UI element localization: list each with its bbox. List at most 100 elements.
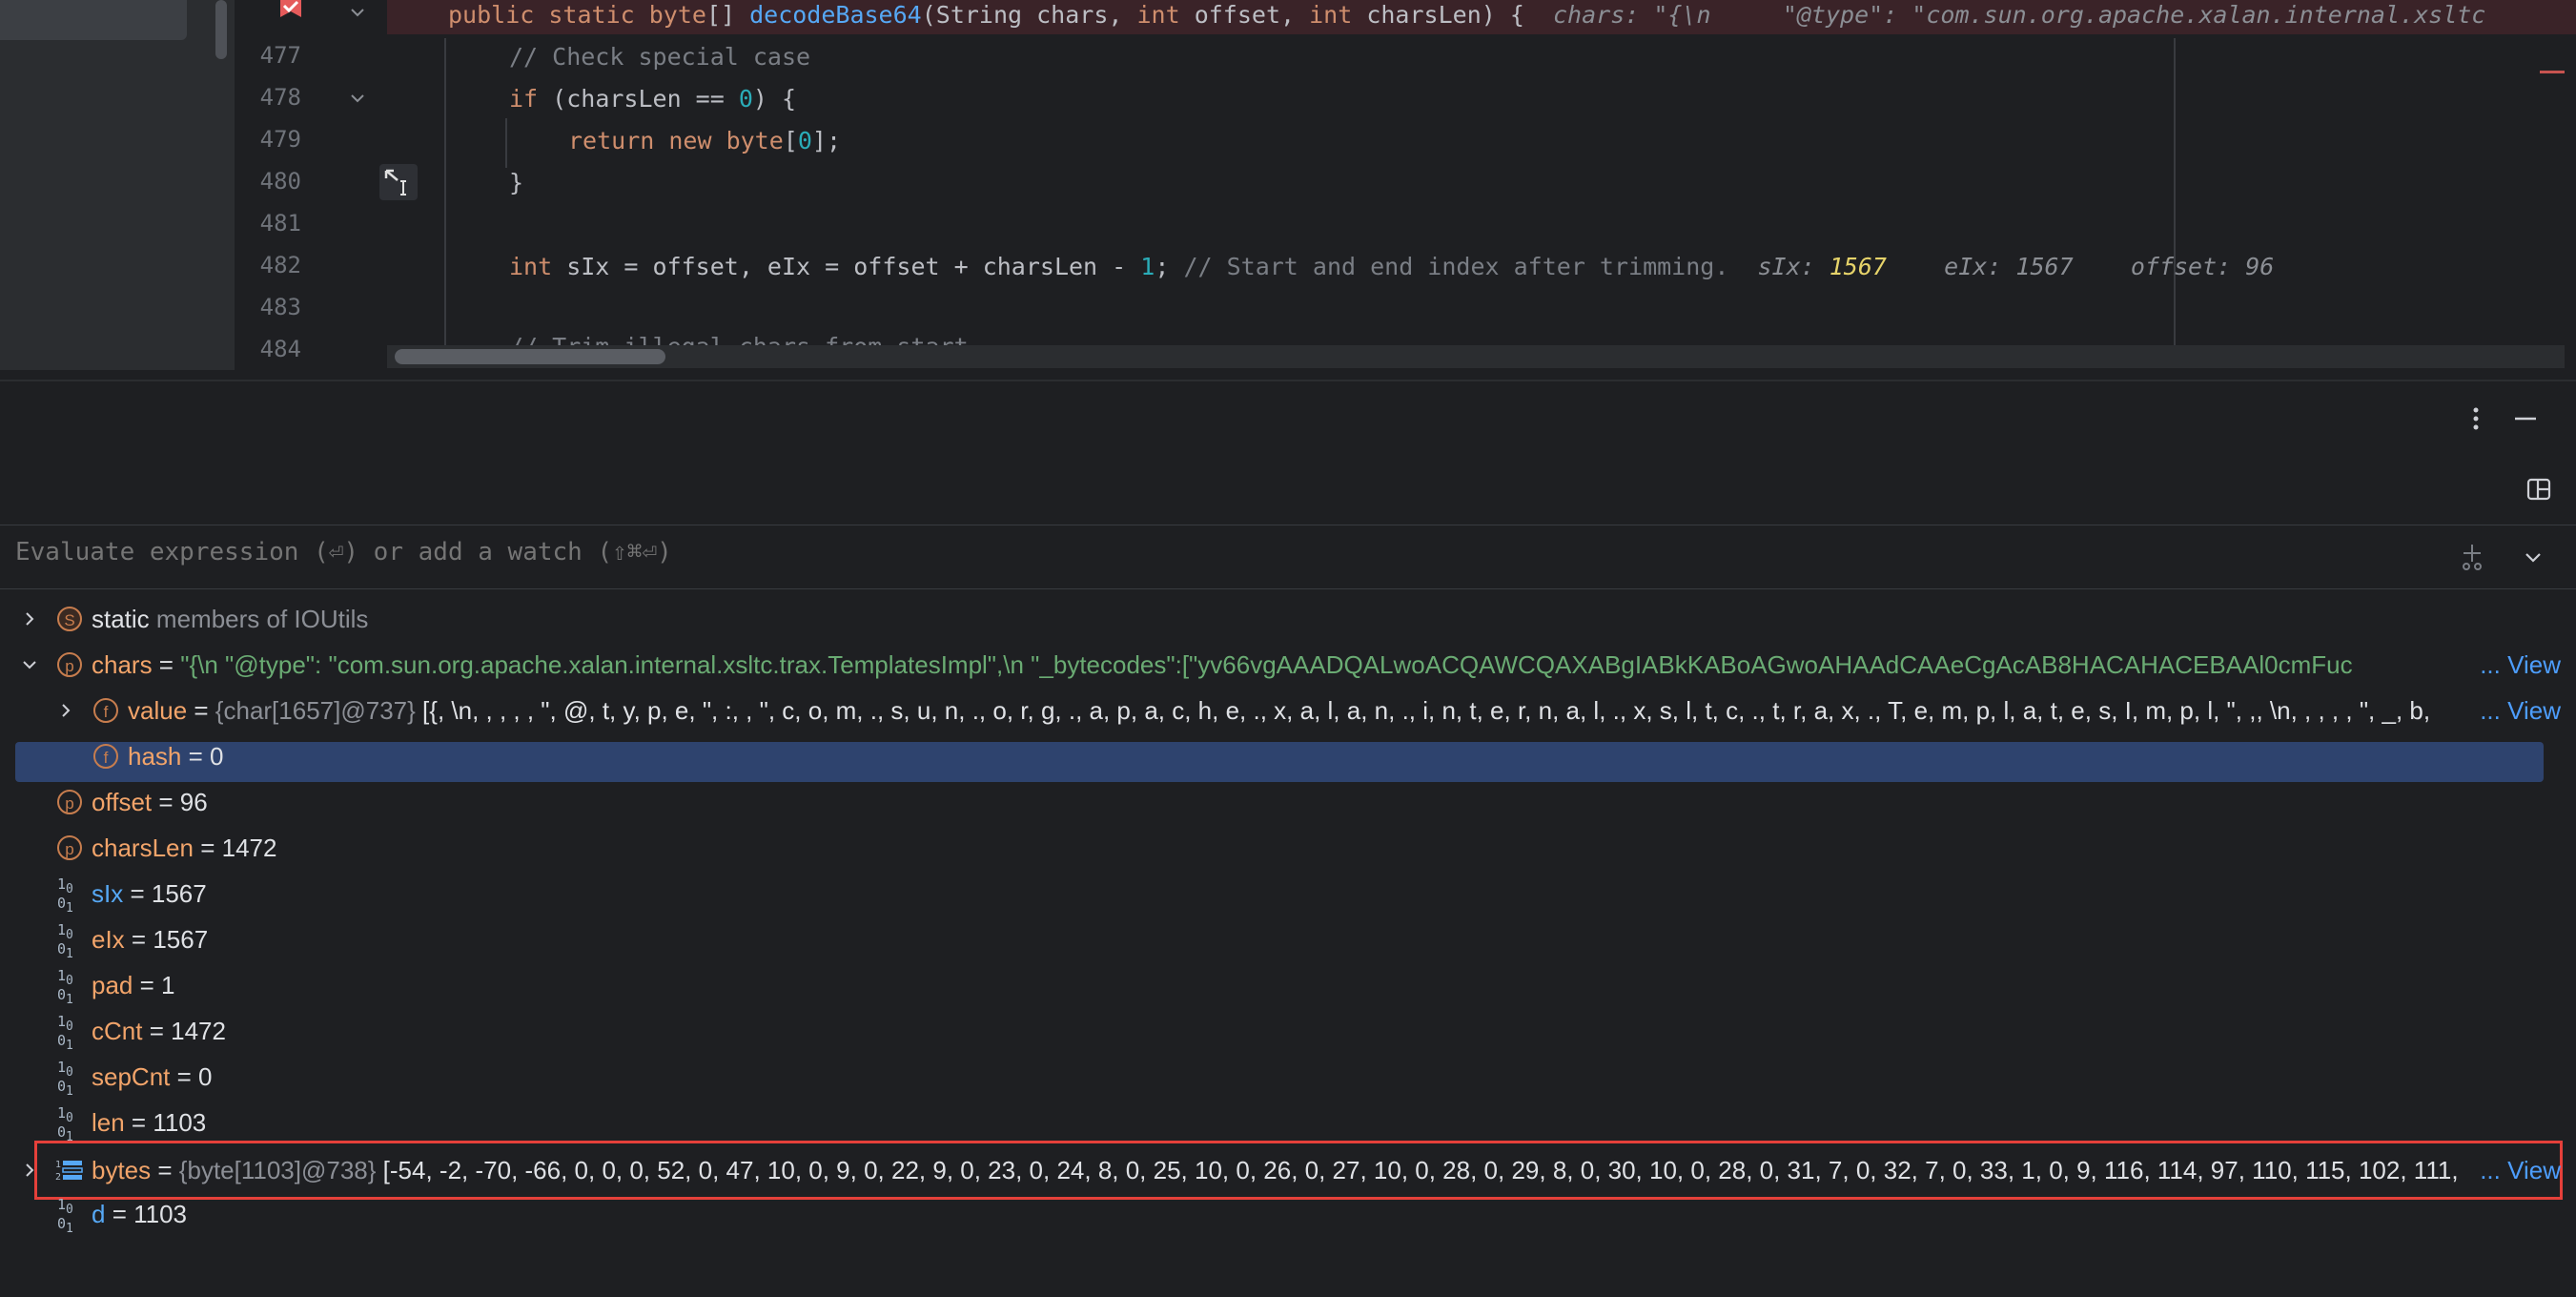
equals-sign: = bbox=[124, 1108, 153, 1137]
code-text: [] bbox=[705, 1, 750, 29]
code-line-480: } bbox=[509, 164, 523, 202]
code-text: (String chars, bbox=[921, 1, 1137, 29]
variable-row-ccnt[interactable]: 10 01 cCnt = 1472 bbox=[0, 1009, 2576, 1055]
inline-value-hint: chars: "{\n "@type": "com.sun.org.apache… bbox=[1523, 1, 2486, 29]
code-line-482: int sIx = offset, eIx = offset + charsLe… bbox=[509, 248, 2274, 286]
line-number: 484 bbox=[259, 336, 301, 362]
variable-row-pad[interactable]: 10 01 pad = 1 bbox=[0, 963, 2576, 1009]
more-options-icon[interactable] bbox=[2460, 402, 2492, 435]
variable-value: 1567 bbox=[153, 925, 209, 954]
variable-type: {byte[1103]@738} bbox=[178, 1156, 383, 1184]
variable-label: value = {char[1657]@737} [{, \n, , , , ,… bbox=[128, 696, 2465, 726]
variable-row-chars[interactable]: p chars = "{\n "@type": "com.sun.org.apa… bbox=[0, 643, 2576, 689]
code-line-478: if (charsLen == 0) { bbox=[509, 80, 796, 118]
ellipsis: ... bbox=[2480, 650, 2501, 679]
code-line-476: public static byte[] decodeBase64(String… bbox=[448, 0, 2485, 34]
comment: // Trim illegal chars from start bbox=[509, 333, 969, 345]
variable-row-eix[interactable]: 10 01 eIx = 1567 bbox=[0, 917, 2576, 963]
variable-value: 1103 bbox=[153, 1108, 207, 1137]
fold-chevron-icon[interactable] bbox=[347, 2, 368, 23]
view-link[interactable]: ... View bbox=[2480, 1156, 2561, 1185]
project-tab[interactable] bbox=[0, 0, 187, 40]
code-line-477: // Check special case bbox=[509, 38, 810, 76]
svg-text:1: 1 bbox=[55, 1160, 61, 1170]
method-name: decodeBase64 bbox=[749, 1, 922, 29]
view-link[interactable]: ... View bbox=[2480, 650, 2561, 680]
history-dropdown-icon[interactable] bbox=[2521, 545, 2545, 569]
variable-value: 1103 bbox=[133, 1200, 188, 1228]
comment: // Start and end index after trimming. bbox=[1183, 253, 1729, 280]
minimize-icon[interactable] bbox=[2509, 402, 2542, 435]
debugger-variables-panel: S static members of IOUtils p chars = "{… bbox=[0, 380, 2576, 1297]
line-number: 477 bbox=[259, 42, 301, 69]
collapse-arrow-icon[interactable] bbox=[19, 654, 40, 675]
variable-row-offset[interactable]: p offset = 96 bbox=[0, 780, 2576, 826]
primitive-type-icon: 10 01 bbox=[57, 921, 73, 962]
variable-row-sepcnt[interactable]: 10 01 sepCnt = 0 bbox=[0, 1055, 2576, 1101]
indent-guide bbox=[505, 118, 507, 168]
layout-icon[interactable] bbox=[2523, 473, 2555, 505]
code-text: } bbox=[509, 169, 524, 196]
variable-row-d[interactable]: 10 01 d = 1103 bbox=[0, 1192, 2576, 1238]
variable-name: pad bbox=[92, 971, 133, 999]
parameter-badge-icon: p bbox=[57, 835, 82, 860]
svg-text:2: 2 bbox=[55, 1172, 61, 1183]
code-line-479: return new byte[0]; bbox=[568, 122, 841, 160]
variable-row-hash[interactable]: f hash = 0 bbox=[0, 734, 2576, 782]
equals-sign: = bbox=[152, 788, 180, 816]
variable-label: hash = 0 bbox=[128, 742, 224, 772]
variable-name: value bbox=[128, 696, 188, 725]
equals-sign: = bbox=[133, 971, 162, 999]
line-number: 478 bbox=[259, 84, 301, 111]
number-literal: 0 bbox=[738, 85, 753, 113]
field-lock-badge-icon: f bbox=[93, 698, 118, 723]
code-text: ]; bbox=[811, 127, 842, 154]
variable-value: 1 bbox=[161, 971, 175, 999]
equals-sign: = bbox=[181, 742, 211, 771]
equals-sign: = bbox=[123, 879, 152, 908]
variable-row-len[interactable]: 10 01 len = 1103 bbox=[0, 1101, 2576, 1146]
evaluate-expression-bar[interactable] bbox=[0, 525, 2576, 589]
variable-row-value[interactable]: f value = {char[1657]@737} [{, \n, , , ,… bbox=[0, 689, 2576, 734]
variable-name: chars bbox=[92, 650, 153, 679]
expand-arrow-icon[interactable] bbox=[55, 700, 76, 721]
breakpoint-icon[interactable] bbox=[276, 0, 305, 25]
ellipsis: ... bbox=[2480, 1156, 2501, 1184]
variable-row-charslen[interactable]: p charsLen = 1472 bbox=[0, 826, 2576, 872]
variable-name: d bbox=[92, 1200, 106, 1228]
project-scrollbar[interactable] bbox=[215, 0, 227, 59]
primitive-type-icon: 10 01 bbox=[57, 1196, 73, 1237]
fold-chevron-icon[interactable] bbox=[347, 88, 368, 109]
expand-arrow-icon[interactable] bbox=[19, 608, 40, 629]
expand-arrow-icon[interactable] bbox=[19, 1160, 40, 1181]
variable-label: bytes = {byte[1103]@738} [-54, -2, -70, … bbox=[92, 1156, 2465, 1185]
view-link[interactable]: ... View bbox=[2480, 696, 2561, 726]
evaluate-expression-input[interactable] bbox=[13, 537, 2305, 567]
comment: // Check special case bbox=[509, 43, 811, 71]
static-badge-icon: S bbox=[57, 607, 82, 631]
add-watch-icon[interactable] bbox=[2456, 541, 2488, 573]
keyword: return new bbox=[568, 127, 726, 154]
horizontal-scrollbar-thumb[interactable] bbox=[395, 349, 665, 364]
variable-value: "{\n "@type": "com.sun.org.apache.xalan.… bbox=[180, 650, 2353, 679]
parameter-badge-icon: p bbox=[57, 652, 82, 677]
variable-value: 96 bbox=[179, 788, 208, 816]
view-label: View bbox=[2507, 650, 2561, 679]
variable-row-static[interactable]: S static members of IOUtils bbox=[0, 597, 2576, 643]
code-text: [ bbox=[783, 127, 798, 154]
error-stripe-marker[interactable] bbox=[2540, 71, 2565, 73]
variable-type: {char[1657]@737} bbox=[215, 696, 423, 725]
line-number: 481 bbox=[259, 210, 301, 237]
variable-label: eIx = 1567 bbox=[92, 925, 208, 955]
field-badge-icon: f bbox=[93, 744, 118, 769]
variable-name: cCnt bbox=[92, 1017, 143, 1045]
equals-sign: = bbox=[142, 1017, 172, 1045]
horizontal-scrollbar[interactable] bbox=[387, 345, 2565, 368]
line-number: 482 bbox=[259, 252, 301, 278]
variable-label: cCnt = 1472 bbox=[92, 1017, 226, 1046]
variable-label: static members of IOUtils bbox=[92, 605, 368, 634]
inline-value-hint: sIx: bbox=[1728, 253, 1830, 280]
variable-row-six[interactable]: 10 01 sIx = 1567 bbox=[0, 872, 2576, 917]
code-editor[interactable]: 477 478 479 480 481 482 483 484 public s… bbox=[0, 0, 2576, 370]
code-text: offset, bbox=[1179, 1, 1310, 29]
